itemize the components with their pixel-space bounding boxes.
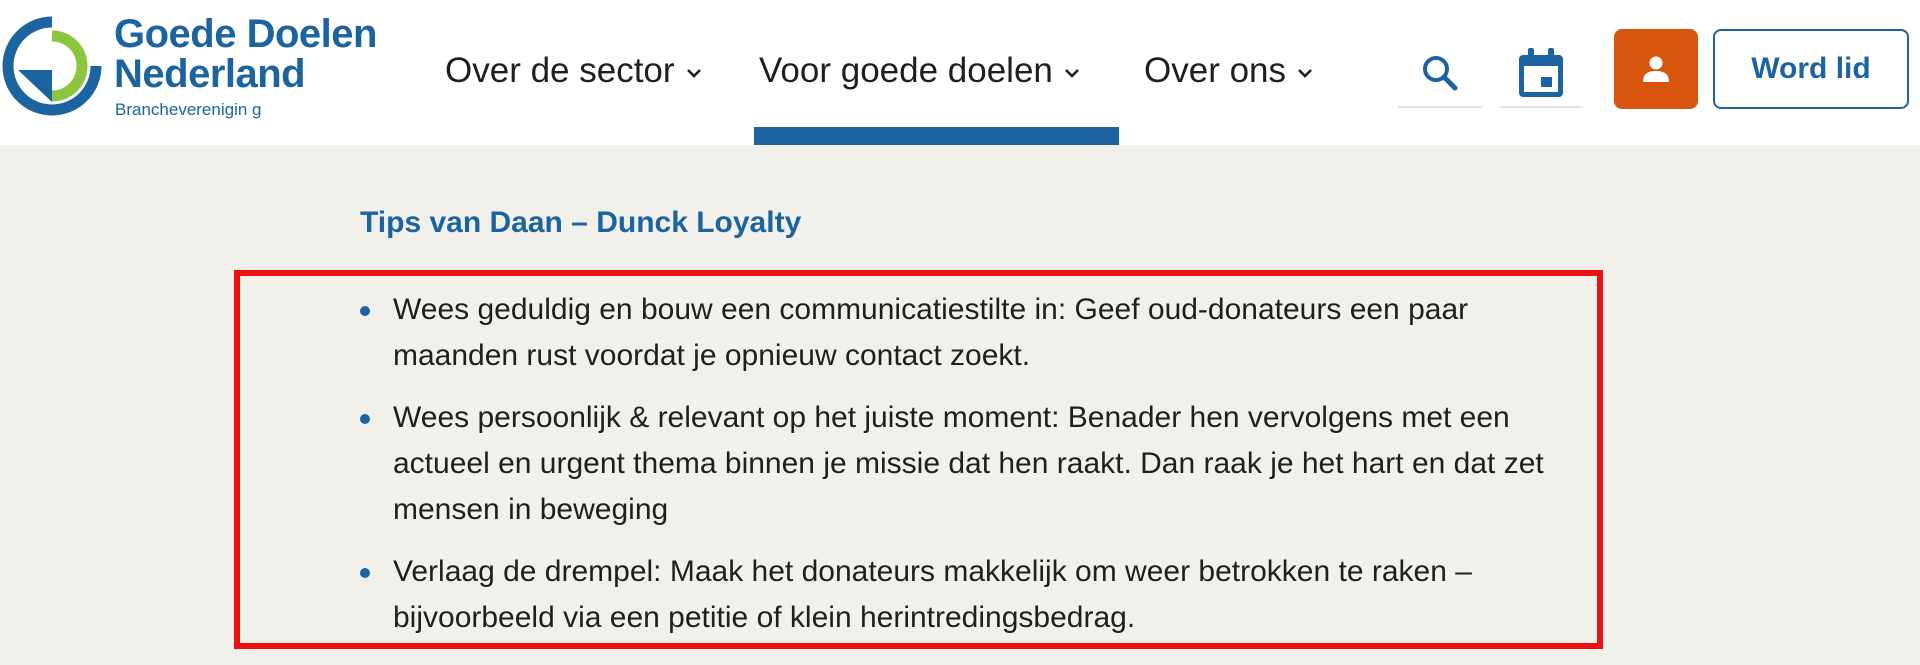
- search-icon: [1423, 56, 1458, 91]
- calendar-icon: [1519, 48, 1563, 97]
- logo-mark-icon: [2, 16, 102, 116]
- logo-subtitle: Brancheverenigin g: [115, 100, 262, 119]
- chevron-down-icon: [1298, 69, 1312, 78]
- site-logo[interactable]: Goede Doelen Nederland Brancheverenigin …: [0, 10, 420, 125]
- chevron-down-icon: [686, 69, 701, 78]
- nav-item-label: Over de sector: [445, 51, 675, 90]
- person-icon: [1643, 56, 1669, 82]
- list-item: Wees persoonlijk & relevant op het juist…: [360, 395, 1560, 533]
- logo-title-line2: Nederland: [114, 52, 306, 96]
- search-button-underline: [1398, 106, 1482, 108]
- logo-title-line1: Goede Doelen: [114, 12, 377, 56]
- chevron-down-icon: [1064, 69, 1079, 78]
- join-button[interactable]: Word lid: [1713, 29, 1909, 109]
- nav-item-label: Voor goede doelen: [759, 51, 1053, 90]
- tips-list: Wees geduldig en bouw een communicatiest…: [360, 287, 1560, 657]
- list-item: Wees geduldig en bouw een communicatiest…: [360, 287, 1560, 379]
- nav-active-indicator: [754, 127, 1119, 145]
- site-header: Goede Doelen Nederland Brancheverenigin …: [0, 0, 1920, 145]
- nav-item-label: Over ons: [1144, 51, 1286, 90]
- nav-item-voor-goede-doelen[interactable]: Voor goede doelen: [759, 48, 1081, 94]
- section-title: Tips van Daan – Dunck Loyalty: [360, 206, 802, 239]
- calendar-button[interactable]: [1499, 38, 1583, 108]
- list-item: Verlaag de drempel: Maak het donateurs m…: [360, 549, 1560, 641]
- search-button[interactable]: [1398, 38, 1482, 108]
- nav-item-over-de-sector[interactable]: Over de sector: [445, 48, 703, 94]
- nav-item-over-ons[interactable]: Over ons: [1144, 48, 1314, 94]
- account-button[interactable]: [1614, 29, 1698, 109]
- calendar-button-underline: [1499, 106, 1583, 108]
